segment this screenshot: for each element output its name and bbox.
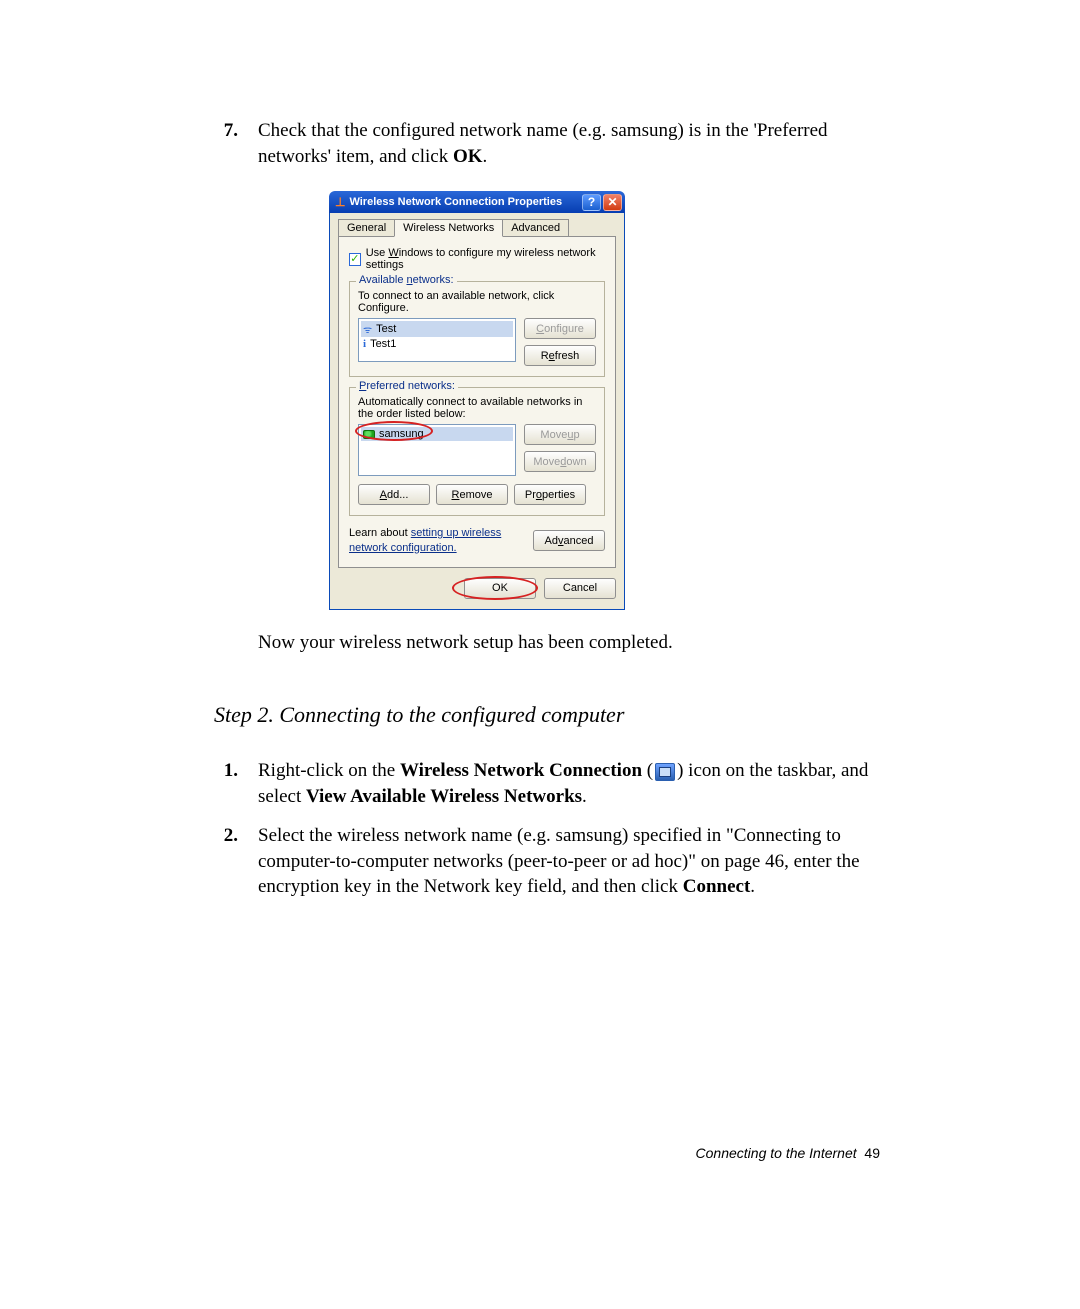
add-button[interactable]: Add... — [358, 484, 430, 505]
step-number: 2. — [214, 823, 244, 900]
step-7: 7. Check that the configured network nam… — [214, 118, 894, 169]
network-name: Test1 — [370, 338, 396, 350]
available-note: To connect to an available network, clic… — [358, 290, 596, 314]
use-windows-label: Use Windows to configure my wireless net… — [366, 247, 605, 271]
preferred-networks-group: Preferred networks: Automatically connec… — [349, 387, 605, 516]
adapter-icon — [363, 430, 375, 439]
step-body: Check that the configured network name (… — [244, 118, 894, 169]
tab-general[interactable]: General — [338, 219, 395, 237]
tab-row: General Wireless Networks Advanced — [338, 219, 616, 237]
dialog-title: Wireless Network Connection Properties — [349, 196, 580, 208]
info-icon: i — [363, 338, 366, 350]
configure-button[interactable]: Configure — [524, 318, 596, 339]
tab-panel: ✓ Use Windows to configure my wireless n… — [338, 236, 616, 568]
tab-advanced[interactable]: Advanced — [502, 219, 569, 237]
network-name: Test — [376, 323, 396, 335]
properties-button[interactable]: Properties — [514, 484, 586, 505]
preferred-networks-legend: Preferred networks: — [356, 380, 458, 392]
list-item[interactable]: samsung — [361, 427, 513, 441]
remove-button[interactable]: Remove — [436, 484, 508, 505]
move-down-button[interactable]: Move down — [524, 451, 596, 472]
tab-wireless-networks[interactable]: Wireless Networks — [394, 219, 503, 237]
available-networks-list[interactable]: ᯤ Test i Test1 — [358, 318, 516, 362]
network-name: samsung — [379, 428, 424, 440]
step-text: Check that the configured network name (… — [258, 120, 828, 167]
ok-button[interactable]: OK — [464, 578, 536, 599]
properties-dialog: ⊥ Wireless Network Connection Properties… — [329, 191, 625, 610]
completion-note: Now your wireless network setup has been… — [258, 632, 894, 654]
preferred-note: Automatically connect to available netwo… — [358, 396, 596, 420]
available-networks-legend: Available networks: — [356, 274, 457, 286]
page-number: 49 — [864, 1145, 880, 1161]
close-button[interactable]: ✕ — [603, 194, 622, 211]
available-networks-group: Available networks: To connect to an ava… — [349, 281, 605, 377]
help-button[interactable]: ? — [582, 194, 601, 211]
refresh-button[interactable]: Refresh — [524, 345, 596, 366]
step-body: Select the wireless network name (e.g. s… — [244, 823, 894, 900]
signal-icon: ᯤ — [363, 322, 372, 336]
advanced-button[interactable]: Advanced — [533, 530, 605, 551]
step-b1: 1. Right-click on the Wireless Network C… — [214, 758, 894, 809]
titlebar: ⊥ Wireless Network Connection Properties… — [329, 191, 625, 213]
list-item[interactable]: ᯤ Test — [361, 321, 513, 337]
list-item[interactable]: i Test1 — [361, 337, 513, 351]
checkbox-icon[interactable]: ✓ — [349, 253, 361, 266]
dialog-body: General Wireless Networks Advanced ✓ Use… — [329, 213, 625, 610]
section-heading: Step 2. Connecting to the configured com… — [214, 702, 894, 728]
wireless-icon: ⊥ — [335, 195, 345, 209]
step-body: Right-click on the Wireless Network Conn… — [244, 758, 894, 809]
footer-text: Connecting to the Internet — [696, 1145, 857, 1161]
use-windows-checkbox-row[interactable]: ✓ Use Windows to configure my wireless n… — [349, 247, 605, 271]
learn-text: Learn about setting up wireless network … — [349, 526, 523, 555]
step-b2: 2. Select the wireless network name (e.g… — [214, 823, 894, 900]
page-footer: Connecting to the Internet 49 — [696, 1145, 880, 1161]
preferred-networks-list[interactable]: samsung — [358, 424, 516, 476]
step-number: 1. — [214, 758, 244, 809]
wireless-tray-icon — [655, 763, 675, 781]
step-number: 7. — [214, 118, 244, 169]
step-ok: OK — [453, 146, 483, 167]
cancel-button[interactable]: Cancel — [544, 578, 616, 599]
step-period: . — [483, 146, 488, 167]
move-up-button[interactable]: Move up — [524, 424, 596, 445]
